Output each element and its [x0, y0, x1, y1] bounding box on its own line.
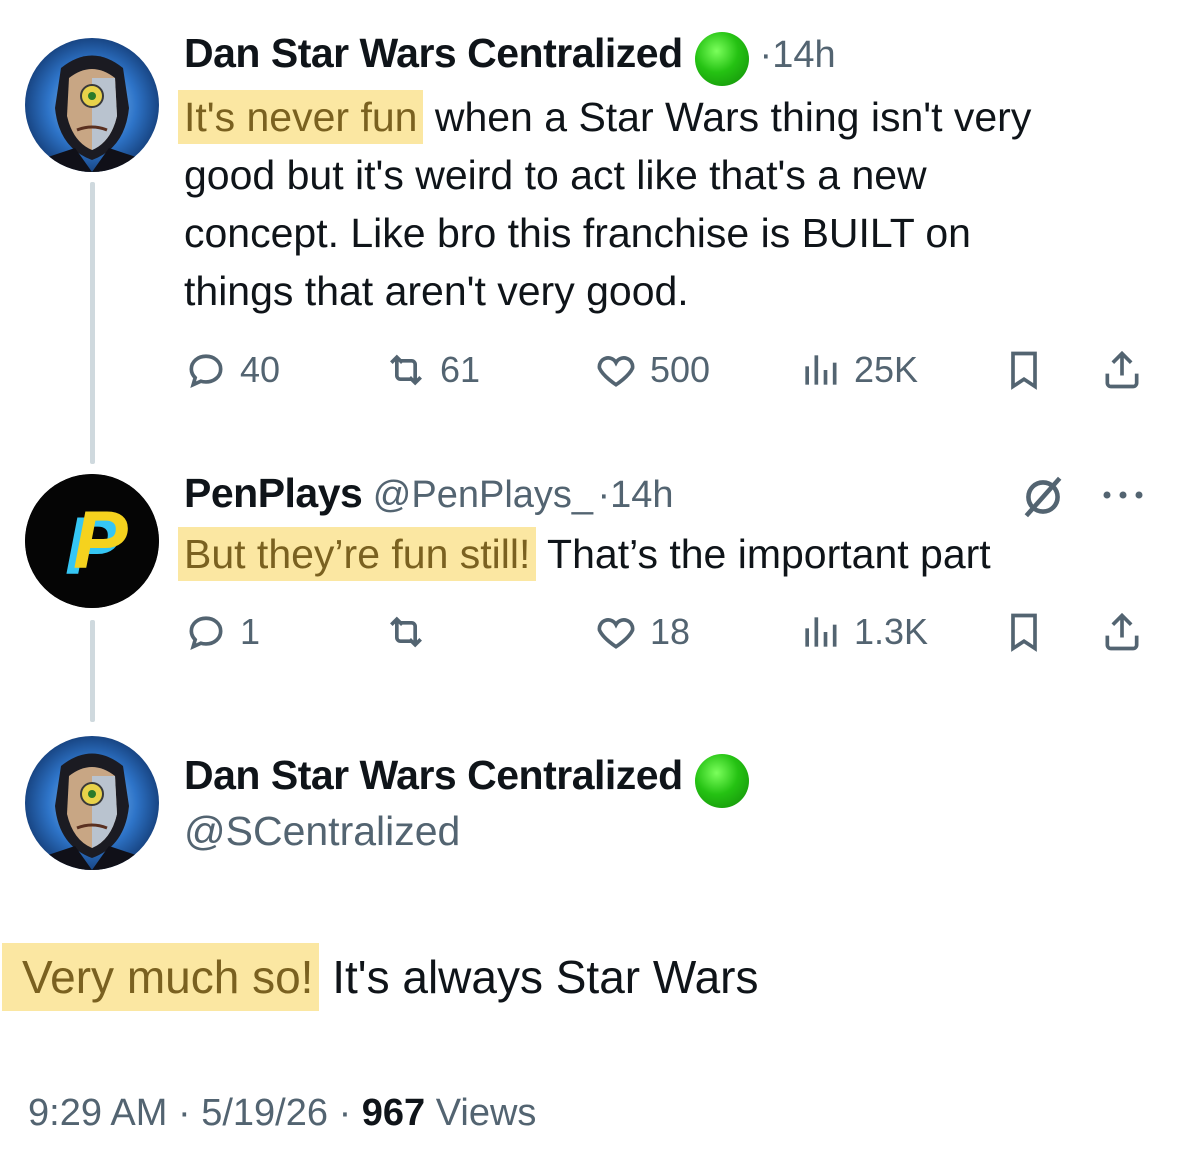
tweet2-text: But they’re fun still! That’s the import…: [178, 525, 991, 583]
reply-button[interactable]: 1: [184, 602, 260, 662]
tweet-footer: 9:29 AM · 5/19/26 · 967 Views: [28, 1092, 536, 1135]
dot-separator: ·: [338, 1092, 352, 1134]
like-count: 18: [650, 611, 691, 652]
views-icon: [805, 617, 837, 647]
svg-text:P: P: [73, 495, 128, 586]
tweet-text-line: when a Star Wars thing isn't very: [423, 94, 1032, 140]
verified-badge-icon: [695, 753, 750, 808]
main-tweet-text: Very much so! It's always Star Wars: [2, 942, 759, 1012]
repost-button[interactable]: 61: [384, 340, 480, 400]
post-time[interactable]: 9:29 AM: [28, 1092, 167, 1134]
views-label: Views: [435, 1092, 537, 1134]
tweet-text-line: good but it's weird to act like that's a…: [184, 152, 927, 198]
avatar[interactable]: [25, 38, 159, 172]
dot-separator: ·: [177, 1092, 191, 1134]
like-button[interactable]: 18: [594, 602, 690, 662]
tweet-text: It's always Star Wars: [319, 951, 759, 1003]
like-count: 500: [650, 349, 711, 390]
dot-separator: ·: [597, 474, 611, 516]
author-handle[interactable]: @PenPlays_: [373, 474, 593, 516]
avatar[interactable]: P P: [25, 474, 159, 608]
tweet2-header: PenPlays @PenPlays_ ·14h: [184, 470, 674, 517]
repost-button[interactable]: [384, 602, 440, 662]
tweet1-text: It's never fun when a Star Wars thing is…: [178, 88, 1032, 320]
share-button[interactable]: [1100, 340, 1144, 400]
author-name[interactable]: Dan Star Wars Centralized: [184, 30, 683, 76]
repost-count: 61: [440, 349, 481, 390]
reply-icon: [189, 616, 223, 650]
bookmark-icon: [1011, 613, 1037, 652]
tweet1-action-bar: 40 61 500 25K: [184, 340, 1154, 400]
thread-line-2: [90, 620, 95, 722]
verified-badge-icon: [695, 31, 750, 86]
post-date[interactable]: 5/19/26: [201, 1092, 328, 1134]
like-icon: [597, 618, 635, 649]
tweet-text-line: things that aren't very good.: [184, 268, 689, 314]
author-name[interactable]: Dan Star Wars Centralized: [184, 752, 683, 798]
tweet1-header: Dan Star Wars Centralized ·14h: [184, 30, 836, 90]
highlighted-text: But they’re fun still!: [178, 527, 537, 581]
main-author-row: Dan Star Wars Centralized: [184, 752, 750, 812]
repost-icon: [390, 354, 422, 386]
more-button[interactable]: [1098, 480, 1148, 510]
highlighted-text: Very much so!: [2, 943, 320, 1011]
timestamp[interactable]: 14h: [610, 474, 673, 516]
share-button[interactable]: [1100, 602, 1144, 662]
thread-line-1: [90, 182, 95, 464]
views-button[interactable]: 25K: [798, 340, 918, 400]
like-button[interactable]: 500: [594, 340, 710, 400]
views-count: 967: [361, 1092, 426, 1134]
author-name[interactable]: PenPlays: [184, 470, 363, 516]
dot-separator: ·: [759, 34, 773, 76]
share-icon: [1105, 612, 1139, 651]
bookmark-button[interactable]: [1002, 340, 1046, 400]
reply-count: 1: [240, 611, 261, 652]
grok-button[interactable]: [1018, 472, 1068, 522]
bookmark-icon: [1011, 351, 1037, 390]
tweet2-action-bar: 1 18 1.3K: [184, 602, 1154, 662]
like-icon: [597, 356, 635, 387]
repost-icon: [390, 616, 422, 648]
tweet-text-line: concept. Like bro this franchise is BUIL…: [184, 210, 971, 256]
views-count: 25K: [854, 349, 919, 390]
timestamp[interactable]: 14h: [772, 34, 835, 76]
avatar[interactable]: [25, 736, 159, 870]
views-button[interactable]: 1.3K: [798, 602, 928, 662]
views-icon: [805, 355, 837, 385]
bookmark-button[interactable]: [1002, 602, 1046, 662]
author-handle[interactable]: @SCentralized: [184, 808, 460, 855]
reply-count: 40: [240, 349, 281, 390]
grok-icon: [1024, 476, 1062, 518]
highlighted-text: It's never fun: [178, 90, 424, 144]
views-count: 1.3K: [854, 611, 929, 652]
reply-icon: [189, 354, 223, 388]
more-icon: [1103, 491, 1143, 499]
reply-button[interactable]: 40: [184, 340, 280, 400]
share-icon: [1105, 350, 1139, 389]
tweet-text: That’s the important part: [536, 531, 991, 577]
